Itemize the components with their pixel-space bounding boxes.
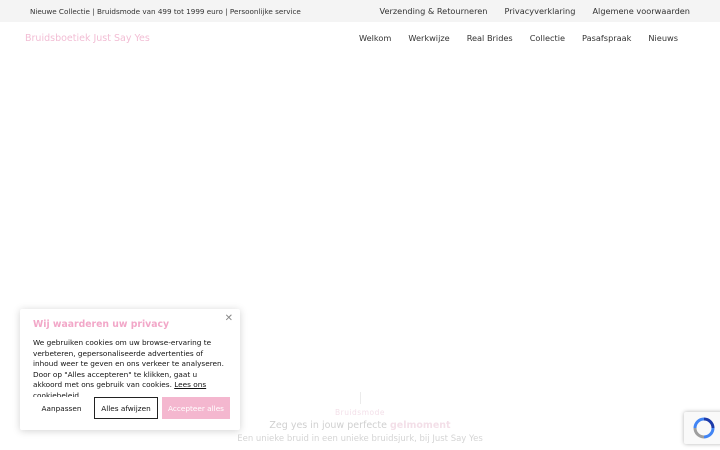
nav-item-real-brides[interactable]: Real Brides [467, 33, 513, 43]
nav-item-welkom[interactable]: Welkom [359, 33, 391, 43]
nav-item-collectie[interactable]: Collectie [530, 33, 565, 43]
top-bar: Nieuwe Collectie | Bruidsmode van 499 to… [0, 0, 720, 22]
privacy-statement-link[interactable]: Privacyverklaring [504, 6, 575, 16]
recaptcha-badge[interactable] [684, 412, 720, 444]
customize-button[interactable]: Aanpassen [33, 397, 90, 419]
hero-headline-prefix: Zeg yes in jouw perfecte [269, 420, 390, 431]
nav-item-pasafspraak[interactable]: Pasafspraak [582, 33, 631, 43]
cookie-buttons: Aanpassen Alles afwijzen Accepteer alles [33, 397, 230, 419]
terms-link[interactable]: Algemene voorwaarden [592, 6, 690, 16]
hero-section: Bruidsmode Zeg yes in jouw perfecte gelm… [190, 392, 530, 444]
cookie-title: Wij waarderen uw privacy [33, 319, 170, 330]
hero-headline-emphasis: gelmoment [390, 420, 451, 431]
close-icon[interactable]: ✕ [225, 313, 233, 324]
recaptcha-icon [693, 417, 715, 439]
shipping-returns-link[interactable]: Verzending & Retourneren [380, 6, 488, 16]
site-logo[interactable]: Bruidsboetiek Just Say Yes [25, 33, 150, 44]
hero-divider [359, 392, 361, 404]
cookie-text: We gebruiken cookies om uw browse-ervari… [33, 338, 227, 401]
reject-all-button[interactable]: Alles afwijzen [94, 397, 158, 419]
hero-subline: Een unieke bruid in een unieke bruidsjur… [237, 434, 483, 444]
top-bar-links: Verzending & Retourneren Privacyverklari… [380, 6, 690, 16]
top-bar-notice: Nieuwe Collectie | Bruidsmode van 499 to… [30, 6, 301, 16]
accept-all-button[interactable]: Accepteer alles [162, 397, 230, 419]
nav-item-werkwijze[interactable]: Werkwijze [408, 33, 449, 43]
hero-headline: Zeg yes in jouw perfecte gelmoment [190, 420, 530, 431]
main-nav: Welkom Werkwijze Real Brides Collectie P… [359, 33, 678, 43]
cookie-consent-banner: ✕ Wij waarderen uw privacy We gebruiken … [20, 309, 240, 430]
nav-item-nieuws[interactable]: Nieuws [648, 33, 678, 43]
main-header: Bruidsboetiek Just Say Yes Welkom Werkwi… [0, 22, 720, 54]
hero-eyebrow: Bruidsmode [334, 408, 385, 417]
